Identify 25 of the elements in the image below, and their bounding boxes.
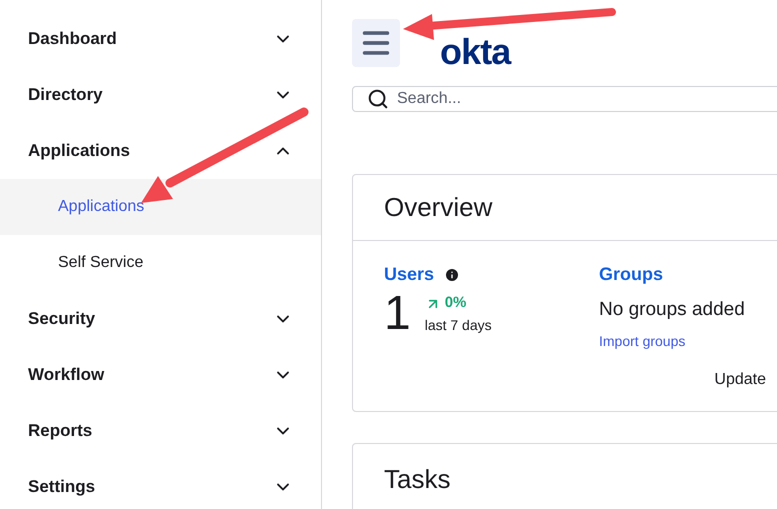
nav-group[interactable]: Reports — [0, 403, 321, 459]
nav-group[interactable]: Directory — [0, 67, 321, 123]
change-percent: 0% — [444, 293, 466, 314]
users-link[interactable]: Users — [384, 261, 434, 288]
nav-group[interactable]: Security — [0, 291, 321, 347]
updated-label: Update — [714, 370, 766, 390]
nav-item[interactable]: Applications — [0, 179, 321, 235]
menu-button[interactable] — [352, 19, 400, 67]
logo: okta — [440, 34, 510, 70]
period-label: last 7 days — [424, 316, 492, 335]
info-icon — [444, 266, 460, 282]
card-title: Overview — [384, 191, 492, 224]
search-input[interactable]: Search... — [397, 87, 777, 111]
search-icon — [367, 88, 389, 110]
groups-link[interactable]: Groups — [599, 261, 745, 288]
search-field[interactable]: Search... — [352, 86, 777, 112]
card-title: Tasks — [384, 464, 450, 494]
nav-group[interactable]: Dashboard — [0, 11, 321, 67]
import-groups-link[interactable]: Import groups — [599, 330, 745, 352]
nav-group[interactable]: Workflow — [0, 347, 321, 403]
nav-group[interactable]: Applications — [0, 123, 321, 179]
nav-group[interactable]: Settings — [0, 459, 321, 509]
groups-status: No groups added — [599, 298, 745, 322]
nav-item[interactable]: Self Service — [0, 235, 321, 291]
user-count: 1 — [384, 288, 411, 340]
